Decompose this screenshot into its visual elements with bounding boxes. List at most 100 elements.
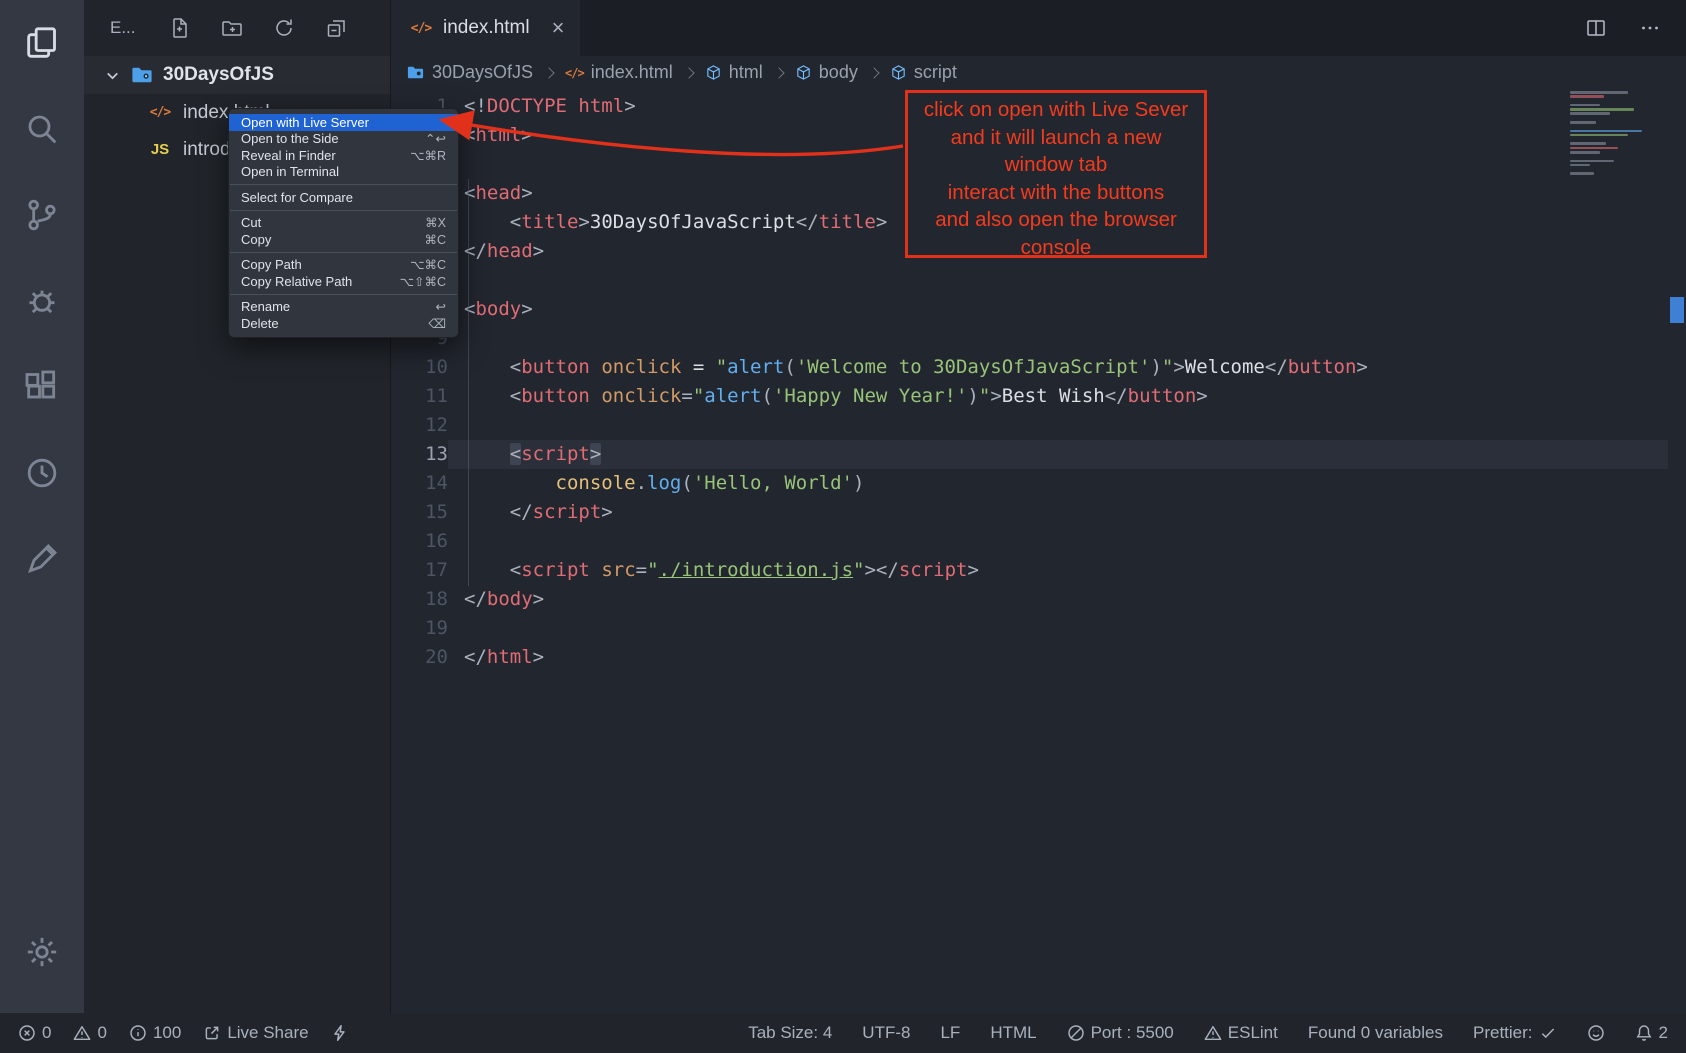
status-warnings[interactable]: 0 [73,1023,106,1043]
extensions-icon[interactable] [0,344,84,430]
history-icon[interactable] [0,430,84,516]
feedback-pen-icon[interactable] [0,516,84,602]
smiley-icon [1587,1024,1605,1042]
status-variables[interactable]: Found 0 variables [1308,1023,1443,1043]
menu-item-copy-relative-path[interactable]: Copy Relative Path⌥⇧⌘C [229,273,458,290]
code-icon: </> [565,66,584,80]
folder-icon [130,63,154,87]
menu-item-open-to-the-side[interactable]: Open to the Side⌃↩ [229,131,458,148]
refresh-icon[interactable] [272,16,296,40]
chevron-right-icon [683,67,694,78]
breadcrumb-file[interactable]: </> index.html [565,62,673,83]
code-line-12[interactable]: 12 [391,411,1686,440]
line-content: </script> [448,498,1668,527]
explorer-icon[interactable] [0,0,84,86]
line-number: 14 [391,469,448,498]
prettier-label: Prettier: [1473,1023,1533,1043]
folder-root-30daysofjs[interactable]: 30DaysOfJS [84,56,390,94]
run-debug-icon[interactable] [0,258,84,344]
annotation-line: and it will launch a new [908,124,1204,152]
source-control-icon[interactable] [0,172,84,258]
explorer-title: E... [110,18,136,38]
menu-item-label: Copy Relative Path [241,274,352,289]
more-actions-icon[interactable] [1638,16,1662,40]
menu-item-shortcut: ↩ [436,299,446,314]
tab-index-html[interactable]: </> index.html × [391,0,580,56]
code-line-10[interactable]: 10 <button onclick = "alert('Welcome to … [391,353,1686,382]
status-live-share[interactable]: Live Share [203,1023,308,1043]
warning-icon [1204,1024,1222,1042]
breadcrumb-body[interactable]: body [795,62,858,83]
code-line-13[interactable]: 13 <script> [391,440,1686,469]
line-content [448,527,1668,556]
code-line-15[interactable]: 15 </script> [391,498,1686,527]
split-editor-icon[interactable] [1584,16,1608,40]
menu-separator [230,210,457,211]
menu-item-copy-path[interactable]: Copy Path⌥⌘C [229,257,458,274]
annotation-line: and also open the browser [908,206,1204,234]
breadcrumb-folder[interactable]: 30DaysOfJS [406,62,533,83]
status-eslint[interactable]: ESLint [1204,1023,1278,1043]
tab-bar: </> index.html × [391,0,1686,56]
code-line-18[interactable]: 18</body> [391,585,1686,614]
menu-item-open-in-terminal[interactable]: Open in Terminal [229,164,458,181]
annotation-line: window tab [908,151,1204,179]
language-label: HTML [990,1023,1036,1043]
menu-item-label: Reveal in Finder [241,148,336,163]
minimap[interactable] [1570,91,1662,177]
code-line-19[interactable]: 19 [391,614,1686,643]
status-prettier[interactable]: Prettier: [1473,1023,1557,1043]
menu-item-delete[interactable]: Delete⌫ [229,315,458,332]
line-number: 18 [391,585,448,614]
breadcrumb-script[interactable]: script [890,62,957,83]
new-file-icon[interactable] [168,16,192,40]
menu-item-copy[interactable]: Copy⌘C [229,231,458,248]
info-icon [129,1024,147,1042]
collapse-folders-icon[interactable] [324,16,348,40]
status-tab-size[interactable]: Tab Size: 4 [748,1023,832,1043]
bell-icon [1635,1024,1653,1042]
menu-item-reveal-in-finder[interactable]: Reveal in Finder⌥⌘R [229,147,458,164]
error-icon [18,1024,36,1042]
status-lightning[interactable] [331,1024,349,1042]
line-content [448,411,1668,440]
line-number: 20 [391,643,448,672]
settings-gear-icon[interactable] [0,909,84,995]
close-icon[interactable]: × [552,17,565,39]
line-content: </html> [448,643,1668,672]
breadcrumb-label: body [819,62,858,83]
status-errors[interactable]: 0 [18,1023,51,1043]
breadcrumb-html[interactable]: html [705,62,763,83]
status-encoding[interactable]: UTF-8 [862,1023,910,1043]
code-line-8[interactable]: 8<body> [391,295,1686,324]
warning-count: 0 [97,1023,106,1043]
code-line-14[interactable]: 14 console.log('Hello, World') [391,469,1686,498]
code-line-16[interactable]: 16 [391,527,1686,556]
menu-item-open-with-live-server[interactable]: Open with Live Server [229,114,458,131]
new-folder-icon[interactable] [220,16,244,40]
line-content: <button onclick = "alert('Welcome to 30D… [448,353,1668,382]
code-line-20[interactable]: 20</html> [391,643,1686,672]
status-eol[interactable]: LF [940,1023,960,1043]
code-line-7[interactable]: 7 [391,266,1686,295]
search-icon[interactable] [0,86,84,172]
symbol-cube-icon [795,64,812,81]
code-line-11[interactable]: 11 <button onclick="alert('Happy New Yea… [391,382,1686,411]
menu-item-shortcut: ⌫ [428,316,446,331]
menu-item-rename[interactable]: Rename↩ [229,299,458,316]
status-feedback[interactable] [1587,1024,1605,1042]
code-line-9[interactable]: 9 [391,324,1686,353]
status-port[interactable]: Port : 5500 [1067,1023,1174,1043]
symbol-cube-icon [705,64,722,81]
line-content: <body> [448,295,1668,324]
menu-item-label: Open with Live Server [241,115,369,130]
code-line-17[interactable]: 17 <script src="./introduction.js"></scr… [391,556,1686,585]
menu-item-select-for-compare[interactable]: Select for Compare [229,189,458,206]
menu-item-cut[interactable]: Cut⌘X [229,215,458,232]
status-language[interactable]: HTML [990,1023,1036,1043]
status-info[interactable]: 100 [129,1023,181,1043]
status-notifications[interactable]: 2 [1635,1023,1668,1043]
context-menu: Open with Live ServerOpen to the Side⌃↩R… [228,108,459,338]
line-content: <script src="./introduction.js"></script… [448,556,1668,585]
folder-icon [406,63,425,82]
